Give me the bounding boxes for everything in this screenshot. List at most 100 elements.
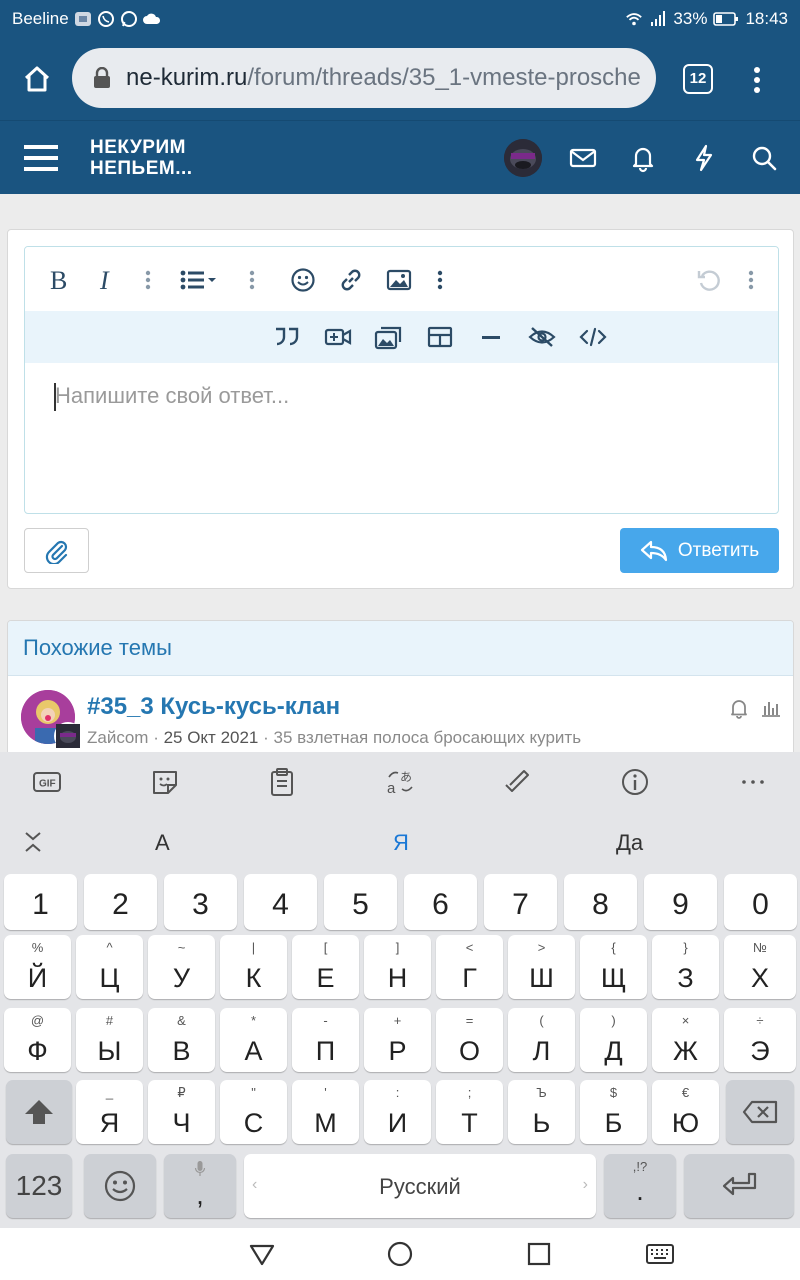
spoiler-button[interactable] <box>526 322 558 352</box>
sticker-button[interactable] <box>150 767 180 797</box>
stats-chart-icon[interactable] <box>760 697 782 719</box>
image-button[interactable] <box>383 265 415 295</box>
suggestion-2[interactable]: Я <box>393 830 409 856</box>
site-logo[interactable]: НЕКУРИМ НЕПЬЕМ... <box>90 137 193 179</box>
horizontal-rule-button[interactable] <box>475 322 507 352</box>
key-letter[interactable]: € Ю <box>652 1080 719 1144</box>
clipboard-button[interactable] <box>267 767 297 797</box>
table-button[interactable] <box>424 322 456 352</box>
collapse-keyboard-icon[interactable] <box>22 830 44 854</box>
key-letter[interactable]: " С <box>220 1080 287 1144</box>
search-icon[interactable] <box>749 143 779 173</box>
link-button[interactable] <box>335 265 367 295</box>
key-letter[interactable]: < Г <box>436 935 503 999</box>
key-letter[interactable]: | К <box>220 935 287 999</box>
key-letter[interactable]: ; Т <box>436 1080 503 1144</box>
backspace-key[interactable] <box>726 1080 794 1144</box>
user-avatar[interactable] <box>504 139 542 177</box>
key-5[interactable]: 5 <box>324 874 397 930</box>
italic-button[interactable]: I <box>91 265 123 295</box>
suggestion-3[interactable]: Да <box>616 830 643 856</box>
key-letter[interactable]: } З <box>652 935 719 999</box>
more-text-options-icon[interactable] <box>145 270 151 290</box>
key-letter[interactable]: -П <box>292 1008 359 1072</box>
key-letter[interactable]: × Ж <box>652 1008 719 1072</box>
key-letter[interactable]: ' М <box>292 1080 359 1144</box>
thread-author[interactable]: Zайcom <box>87 728 148 747</box>
key-letter[interactable]: ~ У <box>148 935 215 999</box>
undo-button[interactable] <box>693 265 725 295</box>
key-7[interactable]: 7 <box>484 874 557 930</box>
attach-files-button[interactable] <box>24 528 89 573</box>
watch-bell-icon[interactable] <box>728 697 750 719</box>
comma-key[interactable]: , <box>164 1154 236 1218</box>
key-letter[interactable]: ÷ Э <box>724 1008 796 1072</box>
more-list-options-icon[interactable] <box>249 270 255 290</box>
lightning-icon[interactable] <box>689 143 719 173</box>
address-bar[interactable]: ne-kurim.ru/forum/threads/35_1-vmeste-pr… <box>72 48 656 108</box>
emoji-key[interactable] <box>84 1154 156 1218</box>
key-letter[interactable]: @ Ф <box>4 1008 71 1072</box>
key-letter[interactable]: ЪЬ <box>508 1080 575 1144</box>
reply-button[interactable]: Ответить <box>620 528 779 573</box>
bell-icon[interactable] <box>628 143 658 173</box>
key-letter[interactable]: :И <box>364 1080 431 1144</box>
tab-switcher-button[interactable]: 12 <box>683 64 713 94</box>
info-button[interactable] <box>620 767 650 797</box>
key-letter[interactable]: _ Я <box>76 1080 143 1144</box>
back-triangle-icon[interactable] <box>249 1241 275 1267</box>
code-button[interactable] <box>577 322 609 352</box>
more-insert-options-icon[interactable] <box>437 270 443 290</box>
key-4[interactable]: 4 <box>244 874 317 930</box>
key-0[interactable]: 0 <box>724 874 797 930</box>
translate-button[interactable]: aあ <box>385 767 415 797</box>
key-letter[interactable]: = О <box>436 1008 503 1072</box>
key-letter[interactable]: ] Н <box>364 935 431 999</box>
key-letter[interactable]: # Ы <box>76 1008 143 1072</box>
emoji-button[interactable] <box>287 265 319 295</box>
handwriting-button[interactable] <box>502 767 532 797</box>
last-poster-avatar[interactable] <box>54 722 82 750</box>
hamburger-menu-icon[interactable] <box>22 141 60 175</box>
key-letter[interactable]: № Х <box>724 935 796 999</box>
recents-square-icon[interactable] <box>526 1241 552 1267</box>
keyboard-more-button[interactable] <box>738 767 768 797</box>
period-key[interactable]: ,!?. <box>604 1154 676 1218</box>
key-letter[interactable]: + Р <box>364 1008 431 1072</box>
key-letter[interactable]: {Щ <box>580 935 647 999</box>
list-button[interactable] <box>177 265 225 295</box>
key-6[interactable]: 6 <box>404 874 477 930</box>
key-2[interactable]: 2 <box>84 874 157 930</box>
bold-button[interactable]: B <box>43 265 75 295</box>
more-editor-options-icon[interactable] <box>748 270 754 290</box>
browser-menu-button[interactable] <box>742 62 772 98</box>
symbols-key[interactable]: 123 <box>6 1154 72 1218</box>
key-letter[interactable]: ) Д <box>580 1008 647 1072</box>
key-9[interactable]: 9 <box>644 874 717 930</box>
space-key[interactable]: ‹ Русский › <box>244 1154 596 1218</box>
key-1[interactable]: 1 <box>4 874 77 930</box>
key-letter[interactable]: > Ш <box>508 935 575 999</box>
key-letter[interactable]: & В <box>148 1008 215 1072</box>
key-letter[interactable]: ₽ Ч <box>148 1080 215 1144</box>
reply-input[interactable]: Напишите свой ответ... <box>55 383 289 409</box>
thread-title-link[interactable]: #35_3 Кусь-кусь-клан <box>87 693 340 721</box>
keyboard-switch-icon[interactable] <box>645 1241 675 1267</box>
gallery-button[interactable] <box>373 322 405 352</box>
shift-key[interactable] <box>6 1080 72 1144</box>
mail-icon[interactable] <box>568 143 598 173</box>
key-letter[interactable]: ^ Ц <box>76 935 143 999</box>
home-button[interactable] <box>14 56 60 102</box>
key-3[interactable]: 3 <box>164 874 237 930</box>
suggestion-1[interactable]: А <box>155 830 170 856</box>
home-circle-icon[interactable] <box>387 1241 413 1267</box>
thread-forum[interactable]: 35 взлетная полоса бросающих курить <box>274 728 582 747</box>
enter-key[interactable] <box>684 1154 794 1218</box>
key-letter[interactable]: (Л <box>508 1008 575 1072</box>
key-letter[interactable]: * А <box>220 1008 287 1072</box>
key-8[interactable]: 8 <box>564 874 637 930</box>
key-letter[interactable]: % Й <box>4 935 71 999</box>
key-letter[interactable]: [Е <box>292 935 359 999</box>
gif-button[interactable]: GIF <box>32 767 62 797</box>
key-letter[interactable]: $ Б <box>580 1080 647 1144</box>
